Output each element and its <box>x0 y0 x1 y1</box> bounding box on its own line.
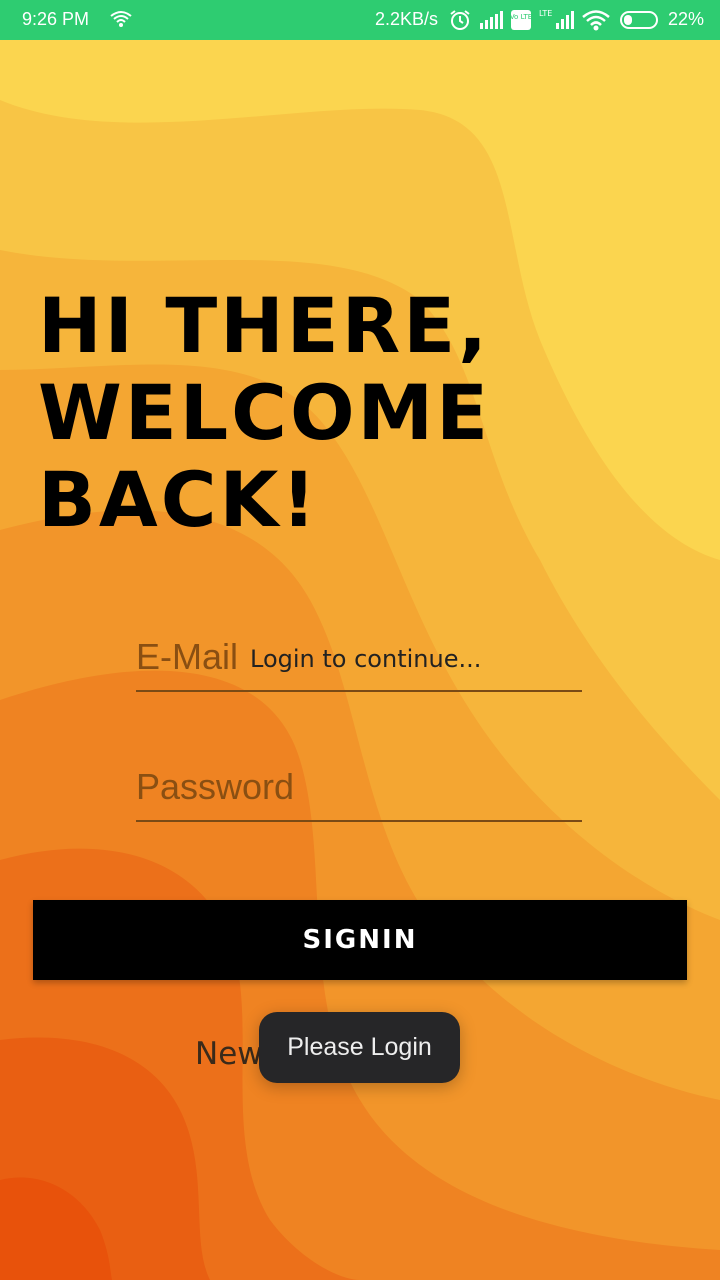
status-time: 9:26 PM <box>22 9 90 29</box>
welcome-headline: HI THERE, WELCOME BACK! <box>38 282 491 543</box>
password-field <box>136 754 582 822</box>
welcome-line: WELCOME <box>38 368 492 457</box>
welcome-line: BACK! <box>38 455 320 544</box>
status-bar: 9:26 PM 2.2KB/s Vo LTE LTE 22% <box>0 0 720 40</box>
login-hint: Login to continue... <box>250 645 482 673</box>
toast-message: Please Login <box>259 1012 460 1083</box>
password-input[interactable] <box>136 754 582 820</box>
signin-button[interactable]: SIGNIN <box>33 900 687 980</box>
welcome-line: HI THERE, <box>38 281 491 370</box>
toast-text: Please Login <box>287 1033 432 1061</box>
battery-icon <box>620 11 658 29</box>
volte-label: Vo LTE <box>510 13 532 21</box>
signal-icon <box>480 11 503 29</box>
wifi-icon <box>582 10 610 31</box>
network-speed: 2.2KB/s <box>375 9 439 29</box>
alarm-icon <box>450 10 470 30</box>
battery-percent: 22% <box>668 9 705 29</box>
lte-label: LTE <box>539 9 552 18</box>
wifi-icon <box>110 11 132 27</box>
lte-signal-icon: LTE <box>539 9 574 29</box>
volte-icon: Vo LTE <box>510 10 532 30</box>
